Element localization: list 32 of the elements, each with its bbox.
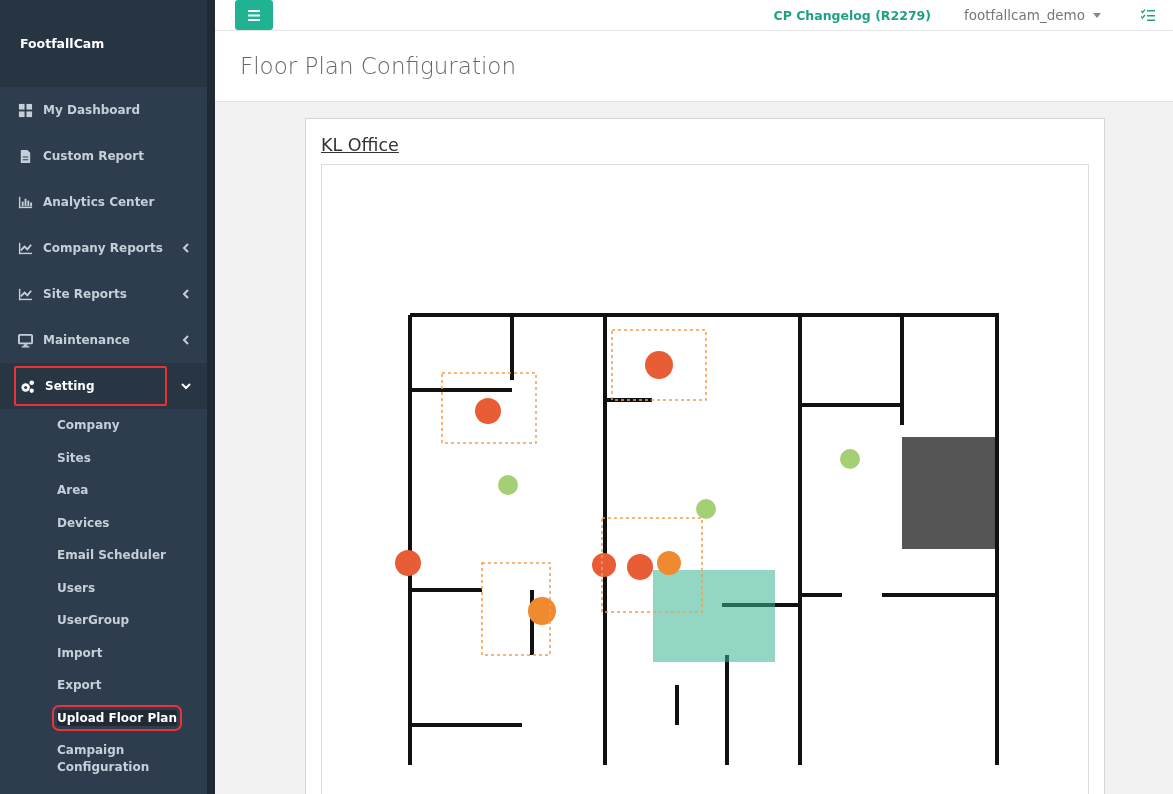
submenu-item[interactable]: Company <box>57 417 167 434</box>
page-title: Floor Plan Configuration <box>240 53 516 79</box>
line-icon <box>18 240 33 256</box>
submenu-item[interactable]: Area <box>57 482 167 499</box>
monitor-icon <box>18 332 33 348</box>
user-menu[interactable]: footfallcam_demo <box>964 7 1101 23</box>
card-title: KL Office <box>321 135 399 155</box>
line-icon <box>18 286 33 302</box>
checklist-icon[interactable] <box>1141 9 1155 21</box>
sidebar-item[interactable]: Analytics Center <box>18 187 155 217</box>
caret-icon <box>1093 12 1101 18</box>
sidebar-item[interactable]: Custom Report <box>18 141 145 171</box>
submenu-item[interactable]: Devices <box>57 514 167 531</box>
grid-icon <box>18 102 33 118</box>
gears-icon <box>20 378 35 394</box>
submenu-item[interactable]: Users <box>57 579 167 596</box>
submenu-item[interactable]: Campaign Configuration <box>57 742 167 775</box>
menu-button[interactable] <box>235 0 273 30</box>
sidebar-item[interactable]: Company Reports <box>18 233 163 263</box>
bars-icon <box>18 194 33 210</box>
file-icon <box>18 148 33 164</box>
sidebar-item[interactable]: Setting <box>14 366 167 406</box>
brand-name: FootfallCam <box>20 36 105 51</box>
sidebar-item[interactable]: My Dashboard <box>18 95 141 125</box>
sidebar-item[interactable]: Site Reports <box>18 279 127 309</box>
submenu-item[interactable]: Sites <box>57 449 167 466</box>
sidebar-item[interactable]: Maintenance <box>18 325 130 355</box>
submenu-item[interactable]: Import <box>57 644 167 661</box>
submenu-item[interactable]: Email Scheduler <box>57 547 167 564</box>
submenu-item[interactable]: UserGroup <box>57 612 167 629</box>
submenu-item[interactable]: Export <box>57 677 167 694</box>
menu-icon <box>248 9 260 21</box>
